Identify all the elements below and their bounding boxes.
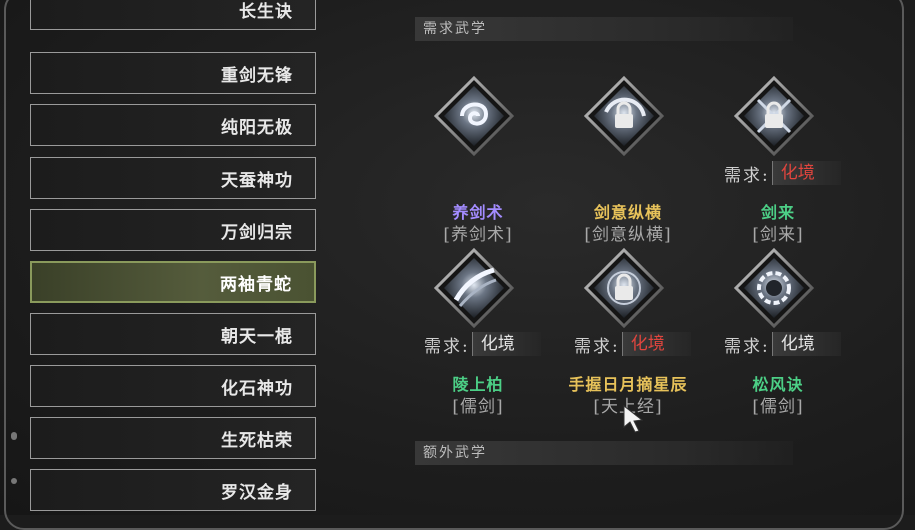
mouse-cursor-icon [623, 404, 644, 433]
requirement-value: 化境 [621, 332, 691, 356]
skill-list-item[interactable]: 天蚕神功 [30, 157, 316, 199]
locked-sword-icon [734, 76, 814, 156]
skill-list: 长生诀 重剑无锋 纯阳无极 天蚕神功 万剑归宗 两袖青蛇 朝天一棍 化石神功 生… [30, 0, 318, 515]
skill-list-item[interactable]: 长生诀 [30, 0, 316, 30]
skill-list-item-label: 纯阳无极 [221, 117, 293, 138]
skill-list-item-label: 天蚕神功 [221, 170, 293, 191]
requirement-value: 化境 [771, 161, 841, 185]
requirement-label: 需求: [424, 336, 470, 357]
requirement-badge: 需求: 化境 [724, 331, 841, 357]
skill-list-item-label: 罗汉金身 [221, 482, 293, 503]
skill-list-item[interactable]: 罗汉金身 [30, 469, 316, 511]
requirement-value: 化境 [771, 332, 841, 356]
skill-category: [剑来] [752, 225, 804, 245]
skill-list-item-label: 长生诀 [239, 1, 293, 22]
skill-list-item-label: 生死枯荣 [221, 430, 293, 451]
skill-list-item[interactable]: 纯阳无极 [30, 104, 316, 146]
skill-slot[interactable] [426, 244, 522, 340]
skill-list-item-selected[interactable]: 两袖青蛇 [30, 261, 316, 303]
skill-list-item[interactable]: 生死枯荣 [30, 417, 316, 459]
slash-icon [434, 248, 514, 328]
requirement-value: 化境 [471, 332, 541, 356]
swirl-icon [434, 76, 514, 156]
requirement-badge: 需求: 化境 [424, 331, 541, 357]
skill-list-item-label: 朝天一棍 [221, 326, 293, 347]
requirement-badge: 需求: 化境 [574, 331, 691, 357]
scroll-indicator[interactable] [11, 478, 17, 484]
skill-slot[interactable] [726, 72, 822, 168]
section-header-required: 需求武学 [415, 17, 793, 41]
skill-list-item[interactable]: 朝天一棍 [30, 313, 316, 355]
skill-category: [儒剑] [752, 397, 804, 417]
locked-orb-icon [584, 248, 664, 328]
skill-slot[interactable] [576, 72, 672, 168]
ring-icon [734, 248, 814, 328]
skill-list-item-label: 万剑归宗 [221, 222, 293, 243]
scroll-indicator[interactable] [11, 432, 17, 440]
skill-category: [养剑术] [443, 225, 513, 245]
locked-swirl-icon [584, 76, 664, 156]
skill-slot[interactable] [726, 244, 822, 340]
skill-list-item-label: 两袖青蛇 [220, 274, 292, 295]
skill-list-item[interactable]: 化石神功 [30, 365, 316, 407]
skill-list-item-label: 化石神功 [221, 378, 293, 399]
skill-list-item[interactable]: 重剑无锋 [30, 52, 316, 94]
requirement-label: 需求: [724, 165, 770, 186]
skill-slot[interactable] [426, 72, 522, 168]
skill-category: [儒剑] [452, 397, 504, 417]
requirement-label: 需求: [574, 336, 620, 357]
section-header-extra: 额外武学 [415, 441, 793, 465]
skill-slot[interactable] [576, 244, 672, 340]
requirement-label: 需求: [724, 336, 770, 357]
skill-category: [剑意纵横] [584, 225, 672, 245]
skill-list-item-label: 重剑无锋 [221, 65, 293, 86]
requirement-badge: 需求: 化境 [724, 160, 841, 186]
skill-list-item[interactable]: 万剑归宗 [30, 209, 316, 251]
